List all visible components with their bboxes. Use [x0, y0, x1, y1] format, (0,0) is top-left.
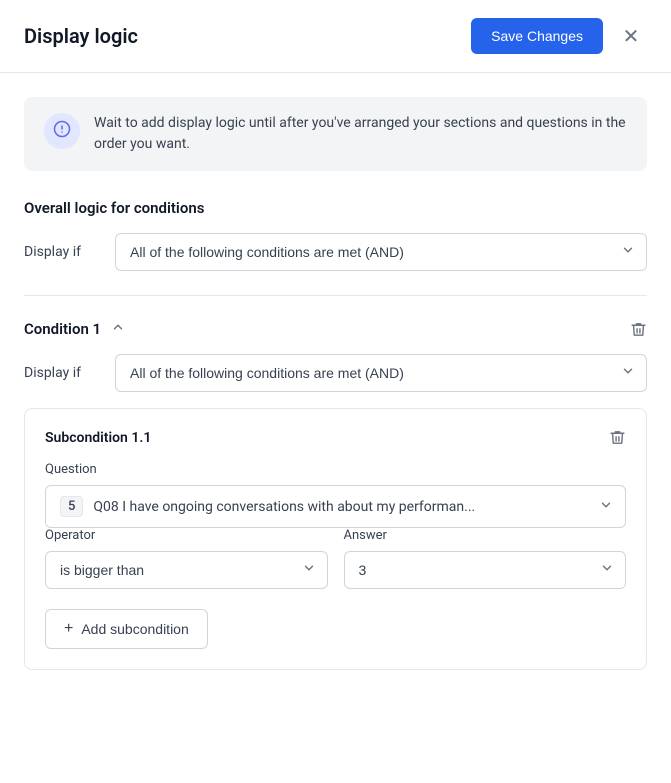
info-icon-wrapper [44, 113, 80, 149]
overall-display-if-label: Display if [24, 244, 99, 260]
answer-label: Answer [344, 528, 627, 543]
overall-display-if-select[interactable]: All of the following conditions are met … [115, 233, 647, 271]
overall-display-if-select-wrapper: All of the following conditions are met … [115, 233, 647, 271]
close-button[interactable]: ✕ [615, 20, 647, 52]
info-banner-text: Wait to add display logic until after yo… [94, 113, 627, 155]
answer-select[interactable]: 3 [344, 551, 627, 589]
add-subcondition-button[interactable]: + Add subcondition [45, 609, 208, 649]
answer-field-group: Answer 3 [344, 528, 627, 589]
operator-label: Operator [45, 528, 328, 543]
condition-1-collapse-icon[interactable] [111, 320, 125, 338]
main-content: Wait to add display logic until after yo… [0, 73, 671, 694]
subcondition-1-1-delete-button[interactable] [609, 429, 626, 446]
subcondition-1-1-title: Subcondition 1.1 [45, 430, 151, 446]
operator-select[interactable]: is bigger than [45, 551, 328, 589]
question-text: Q08 I have ongoing conversations with ab… [93, 499, 585, 515]
lightbulb-icon [53, 120, 71, 142]
info-banner: Wait to add display logic until after yo… [24, 97, 647, 171]
question-select-chevron-icon [599, 498, 613, 516]
question-field: Question 5 Q08 I have ongoing conversati… [45, 462, 626, 528]
subcondition-1-1-block: Subcondition 1.1 Question 5 Q08 I ha [24, 408, 647, 670]
condition-1-delete-button[interactable] [630, 321, 647, 338]
operator-select-wrapper: is bigger than [45, 551, 328, 589]
modal-header: Display logic Save Changes ✕ [0, 0, 671, 73]
question-number-badge: 5 [60, 496, 83, 517]
condition-1-title: Condition 1 [24, 320, 101, 338]
save-button[interactable]: Save Changes [471, 18, 603, 54]
plus-icon: + [64, 620, 73, 638]
answer-select-wrapper: 3 [344, 551, 627, 589]
condition-1-display-if-select[interactable]: All of the following conditions are met … [115, 354, 647, 392]
subcondition-1-1-header: Subcondition 1.1 [45, 429, 626, 446]
question-select[interactable]: 5 Q08 I have ongoing conversations with … [45, 485, 626, 528]
operator-field-group: Operator is bigger than [45, 528, 328, 589]
question-field-label: Question [45, 462, 626, 477]
operator-answer-row: Operator is bigger than Answer [45, 528, 626, 589]
condition-1-title-group: Condition 1 [24, 320, 125, 338]
overall-logic-title: Overall logic for conditions [24, 199, 647, 217]
close-icon: ✕ [623, 24, 640, 49]
overall-logic-section: Overall logic for conditions Display if … [24, 199, 647, 271]
add-subcondition-label: Add subcondition [81, 621, 188, 637]
condition-1-display-if-row: Display if All of the following conditio… [24, 354, 647, 392]
section-divider [24, 295, 647, 296]
overall-display-if-row: Display if All of the following conditio… [24, 233, 647, 271]
header-actions: Save Changes ✕ [471, 18, 647, 54]
condition-1-display-if-label: Display if [24, 365, 99, 381]
condition-1-display-if-select-wrapper: All of the following conditions are met … [115, 354, 647, 392]
page-title: Display logic [24, 24, 138, 48]
condition-1-section: Condition 1 Display if All of [24, 320, 647, 670]
condition-1-header: Condition 1 [24, 320, 647, 338]
